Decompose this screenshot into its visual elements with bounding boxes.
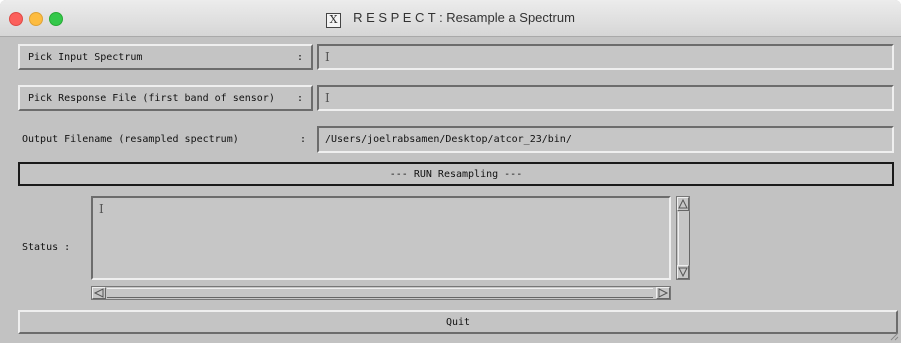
vertical-scroll-thumb[interactable] (678, 212, 690, 265)
run-resampling-label: --- RUN Resampling --- (389, 168, 523, 180)
status-horizontal-scrollbar[interactable] (91, 286, 671, 300)
status-label: Status : (22, 242, 71, 253)
pick-response-file-label: Pick Response File (first band of sensor… (28, 92, 275, 104)
output-filename-separator: : (300, 134, 307, 145)
pick-input-spectrum-label: Pick Input Spectrum (28, 51, 143, 63)
pick-response-file-button[interactable]: Pick Response File (first band of sensor… (18, 85, 313, 111)
resize-grip-icon[interactable] (889, 331, 899, 341)
title-bar[interactable]: X R E S P E C T : Resample a Spectrum (0, 0, 901, 37)
window-title: R E S P E C T : Resample a Spectrum (353, 10, 575, 25)
window-title-area: X R E S P E C T : Resample a Spectrum (0, 10, 901, 28)
output-filename-field[interactable]: /Users/joelrabsamen/Desktop/atcor_23/bin… (317, 126, 894, 153)
text-cursor-icon: I (99, 202, 104, 216)
output-filename-label: Output Filename (resampled spectrum) (22, 134, 239, 145)
response-file-field[interactable]: I (317, 85, 894, 111)
run-resampling-button[interactable]: --- RUN Resampling --- (18, 162, 894, 186)
pick-response-file-separator: : (296, 92, 303, 104)
text-cursor-icon: I (325, 50, 330, 64)
input-spectrum-field[interactable]: I (317, 44, 894, 70)
left-arrow-icon[interactable] (92, 287, 106, 299)
down-arrow-icon[interactable] (677, 265, 689, 279)
up-arrow-icon[interactable] (677, 197, 689, 211)
pick-input-spectrum-separator: : (296, 51, 303, 63)
pick-input-spectrum-button[interactable]: Pick Input Spectrum : (18, 44, 313, 70)
x-window-icon: X (326, 13, 342, 28)
text-cursor-icon: I (325, 91, 330, 105)
output-filename-value: /Users/joelrabsamen/Desktop/atcor_23/bin… (325, 134, 572, 145)
status-text-area[interactable]: I (91, 196, 671, 280)
quit-label: Quit (445, 316, 471, 328)
respect-window: X R E S P E C T : Resample a Spectrum Pic… (0, 0, 901, 343)
right-arrow-icon[interactable] (656, 287, 670, 299)
quit-button[interactable]: Quit (18, 310, 898, 334)
horizontal-scroll-thumb[interactable] (107, 288, 653, 298)
status-vertical-scrollbar[interactable] (676, 196, 690, 280)
